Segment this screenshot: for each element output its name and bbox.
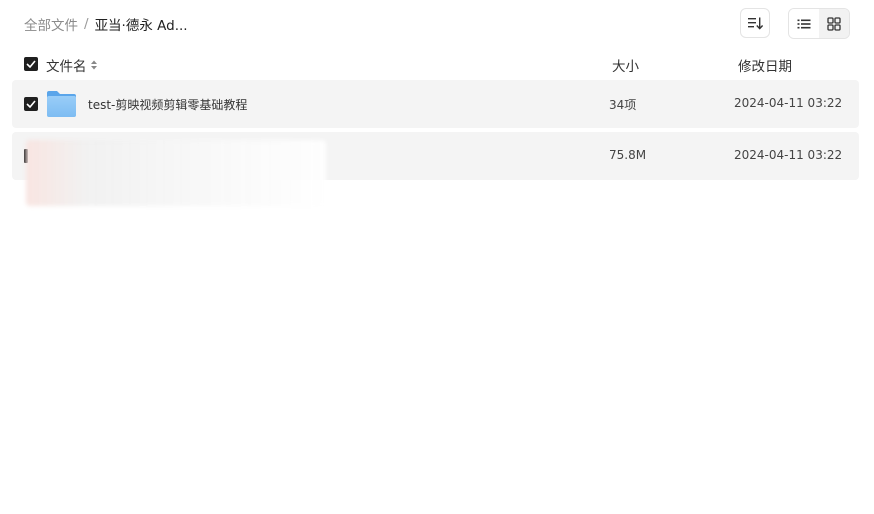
table-header: 文件名 大小 修改日期 [0, 52, 874, 76]
list-view-icon [797, 19, 811, 28]
file-name[interactable]: test-剪映视频剪辑零基础教程 [88, 96, 247, 113]
sort-toggle-icon [90, 60, 97, 70]
redacted-region [26, 140, 326, 206]
checkmark-icon [26, 100, 36, 108]
list-view-button[interactable] [789, 9, 819, 38]
breadcrumb-current: 亚当·德永 Ad... [94, 18, 188, 34]
table-row[interactable]: test-剪映视频剪辑零基础教程 34项 2024-04-11 03:22 [12, 80, 859, 128]
breadcrumb-root[interactable]: 全部文件 [24, 14, 78, 34]
column-header-date[interactable]: 修改日期 [738, 55, 792, 75]
column-header-name[interactable]: 文件名 [46, 55, 98, 75]
column-header-name-label: 文件名 [46, 59, 87, 75]
checkmark-icon [26, 60, 36, 68]
breadcrumb: 全部文件 / 亚当·德永 Ad... [24, 14, 188, 34]
file-size: 34项 [609, 98, 637, 112]
file-date: 2024-04-11 03:22 [734, 148, 843, 162]
table-row[interactable]: 75.8M 2024-04-11 03:22 [12, 132, 859, 206]
view-toggle [788, 8, 850, 39]
file-date: 2024-04-11 03:22 [734, 96, 843, 110]
column-header-size[interactable]: 大小 [612, 55, 639, 75]
file-size: 75.8M [609, 148, 647, 162]
row-checkbox[interactable] [24, 97, 38, 111]
grid-view-icon [827, 16, 841, 31]
breadcrumb-separator: / [84, 16, 89, 32]
sort-icon [748, 17, 763, 30]
grid-view-button[interactable] [819, 9, 849, 38]
select-all-checkbox[interactable] [24, 57, 38, 71]
folder-icon [47, 91, 76, 117]
sort-button[interactable] [740, 8, 770, 38]
